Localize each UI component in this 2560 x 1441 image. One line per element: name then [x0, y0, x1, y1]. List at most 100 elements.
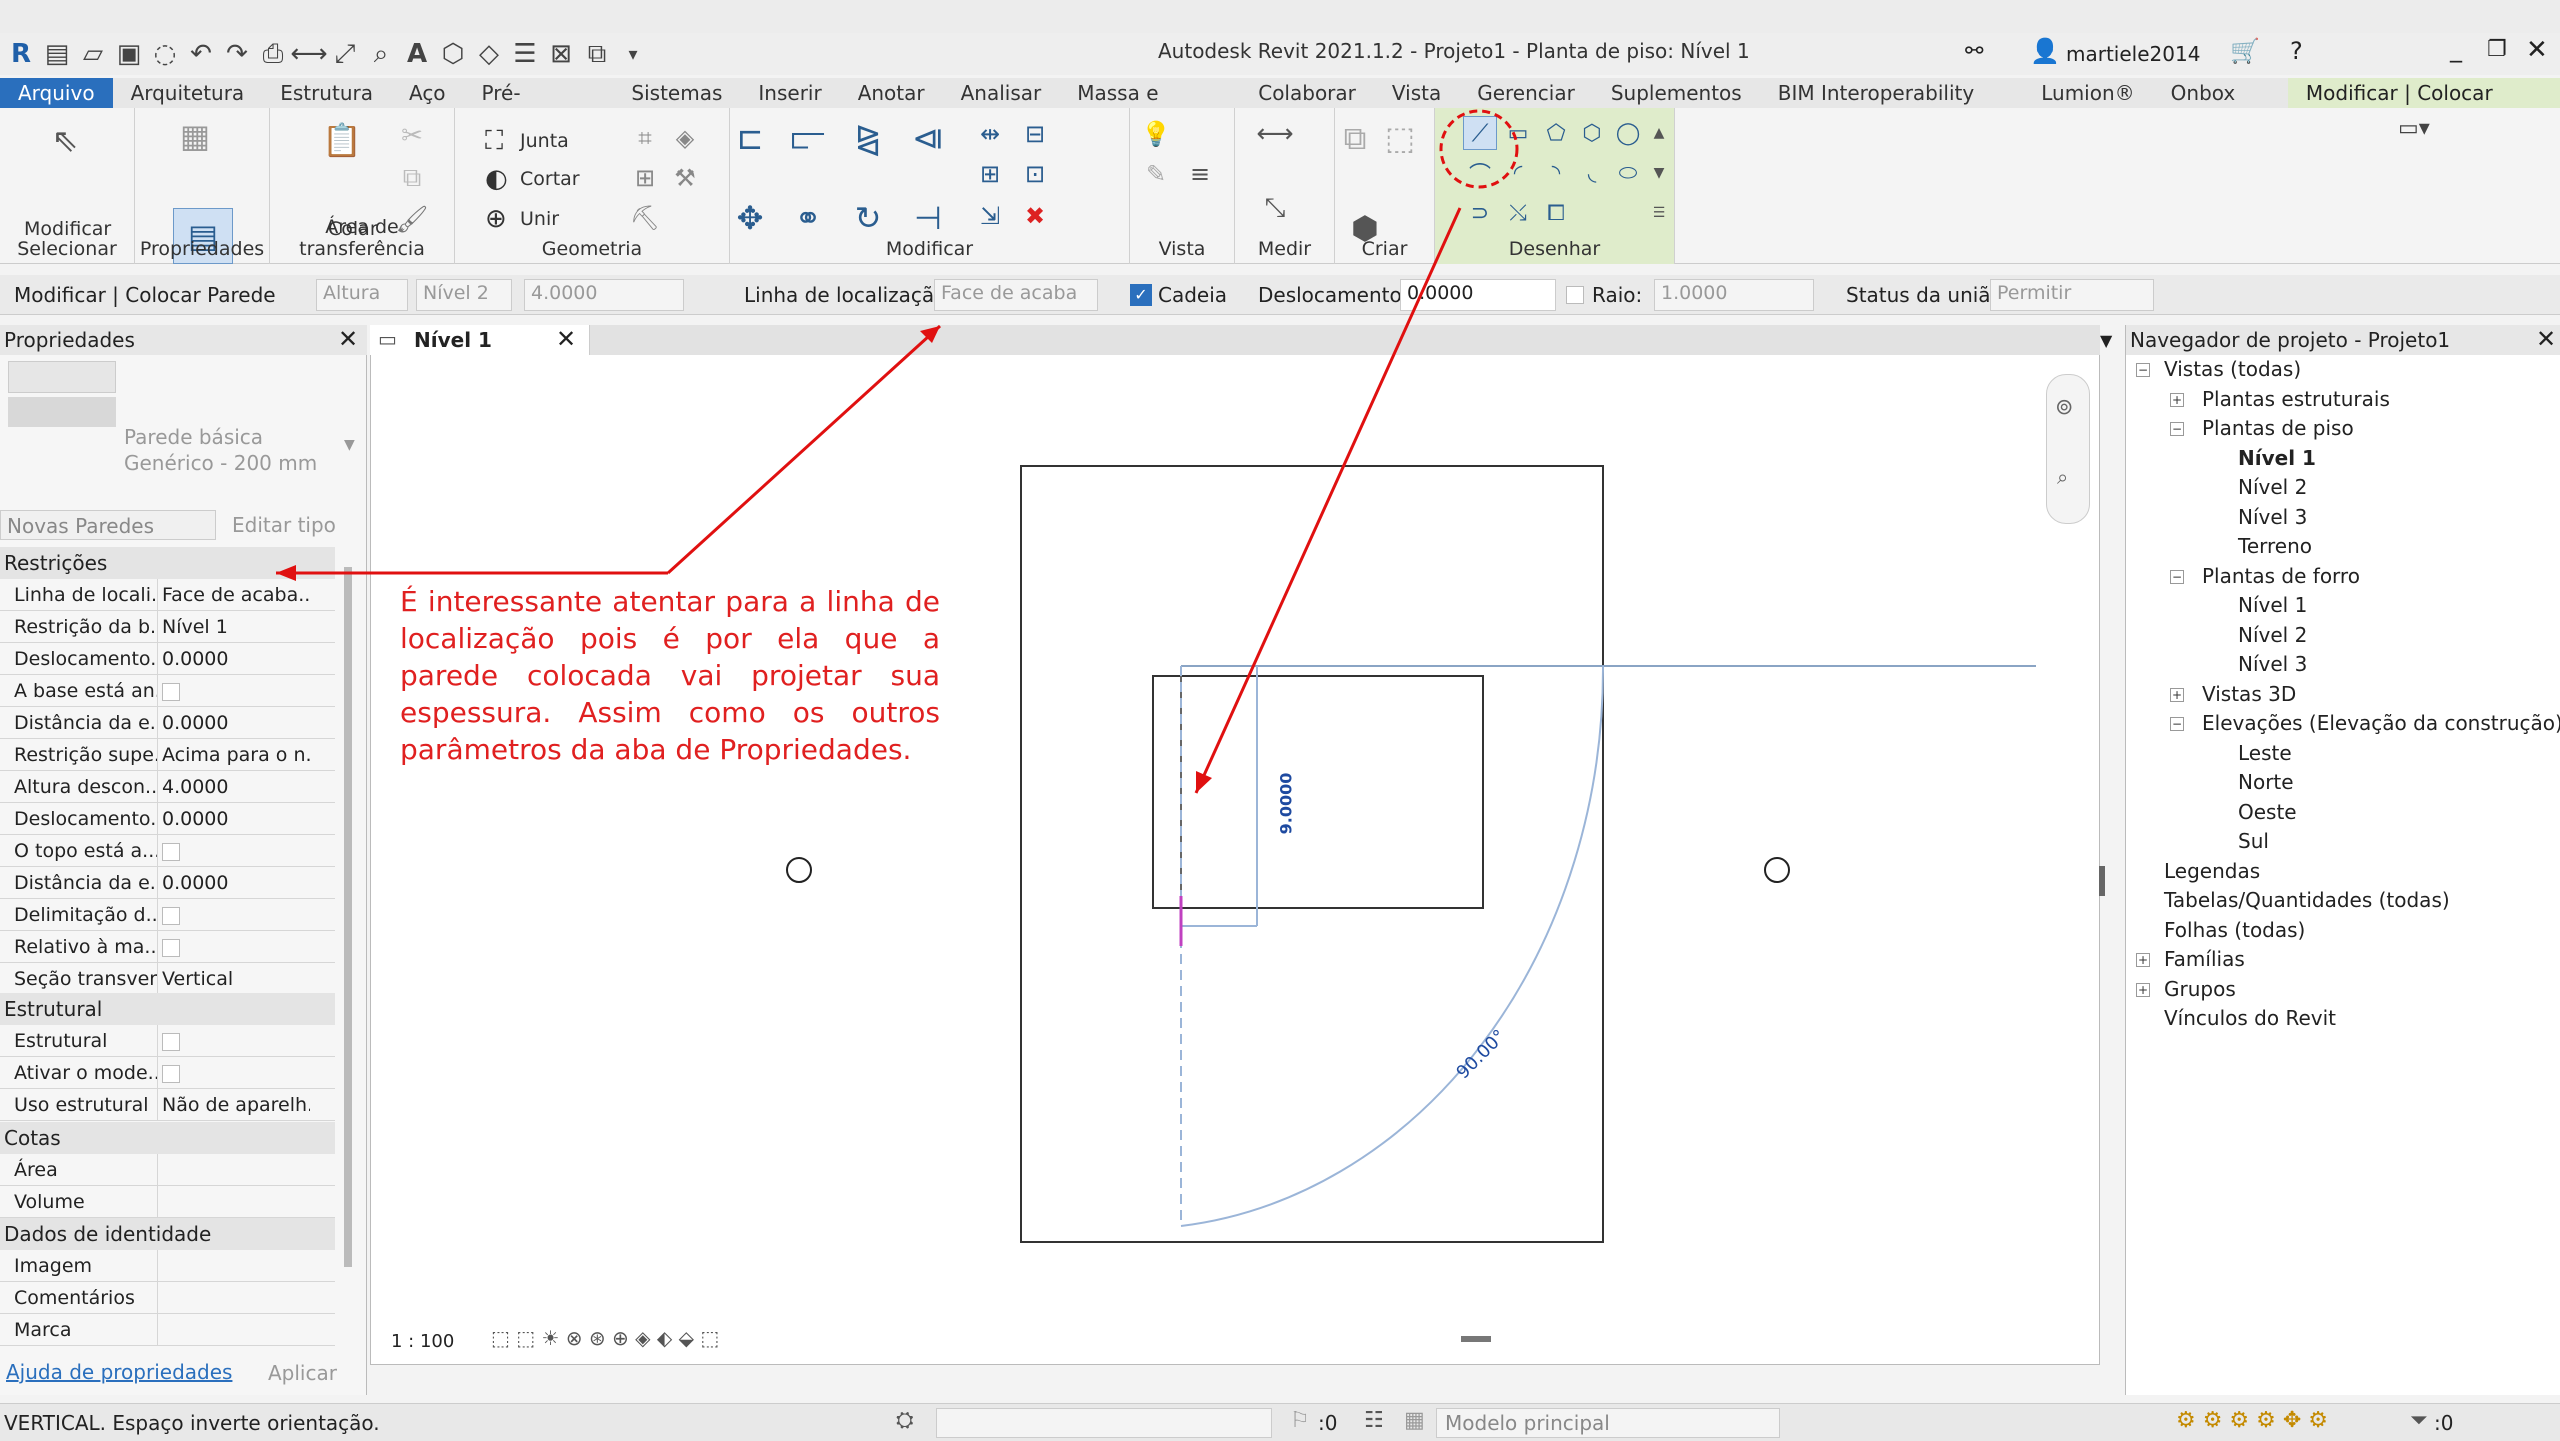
join-button[interactable]: Junta [520, 130, 569, 152]
type-sub[interactable]: Genérico - 200 mm [124, 451, 317, 475]
property-row[interactable]: Estrutural [0, 1025, 335, 1057]
draw-circumscribed-polygon-icon[interactable]: ⬡ [1575, 116, 1609, 150]
tab-arquivo[interactable]: Arquivo [0, 78, 113, 108]
cursor-icon[interactable]: ⇖ [45, 120, 85, 160]
switch-windows-icon[interactable]: ⧉ [582, 39, 612, 69]
zoom-icon[interactable]: ⌕ [2057, 465, 2068, 489]
property-row[interactable]: Imagem [0, 1250, 335, 1282]
property-row[interactable]: Deslocamento... 0.0000 [0, 643, 335, 675]
cart-icon[interactable]: 🛒 [2230, 37, 2260, 65]
tab-onbox[interactable]: Onbox App [2153, 78, 2288, 135]
create-group-icon[interactable]: ⬚ [1380, 118, 1420, 158]
tree-item[interactable]: Oeste [2238, 800, 2297, 824]
property-row[interactable]: Área [0, 1154, 335, 1186]
hide-icon[interactable]: 💡 [1136, 114, 1176, 154]
tab-colaborar[interactable]: Colaborar [1240, 78, 1374, 108]
tab-analisar[interactable]: Analisar [943, 78, 1060, 108]
draw-fillet-arc-icon[interactable]: ◟ [1575, 156, 1609, 190]
paint-icon[interactable]: ◈ [665, 118, 705, 158]
open-icon[interactable]: ▱ [78, 39, 108, 69]
property-row[interactable]: Distância da e... 0.0000 [0, 867, 335, 899]
property-checkbox[interactable] [162, 1064, 180, 1083]
view-tab-close-icon[interactable]: ✕ [556, 325, 576, 353]
tree-item[interactable]: Famílias [2164, 947, 2245, 971]
height-dropdown[interactable]: Altura [316, 279, 408, 311]
array-icon[interactable]: ⊞ [970, 154, 1010, 194]
height-value-field[interactable]: 4.0000 [524, 279, 684, 311]
location-line-dropdown[interactable]: Face de acaba [934, 279, 1098, 311]
tab-aco[interactable]: Aço [391, 78, 464, 108]
expand-icon[interactable]: ☰ [1647, 196, 1671, 230]
property-value[interactable]: Não de aparelh... [160, 1089, 310, 1121]
level-dropdown[interactable]: Nível 2 [416, 279, 512, 311]
align-icon[interactable]: ⊏ [730, 118, 770, 158]
pick-faces-icon[interactable]: ⧠ [1539, 196, 1573, 230]
panel-label-selecionar[interactable]: Selecionar [0, 238, 134, 260]
measure-icon[interactable]: ⟷ [290, 39, 327, 69]
property-value[interactable] [160, 1025, 310, 1057]
radius-checkbox[interactable] [1566, 286, 1584, 304]
offset-field[interactable]: 0.0000 [1400, 279, 1556, 311]
tree-item[interactable]: Nível 3 [2238, 652, 2307, 676]
type-name[interactable]: Parede básica [124, 425, 263, 449]
design-options-icon[interactable]: ☷ [1364, 1408, 1384, 1433]
property-row[interactable]: Ativar o mode... [0, 1057, 335, 1089]
property-row[interactable]: Seção transver... Vertical [0, 963, 335, 995]
pick-lines-icon[interactable]: ⤯ [1501, 196, 1535, 230]
property-value[interactable]: 0.0000 [160, 867, 310, 899]
tree-expand-icon[interactable]: − [2136, 363, 2150, 377]
property-value[interactable] [160, 1154, 310, 1186]
property-checkbox[interactable] [162, 938, 180, 957]
workset-dropdown[interactable] [936, 1408, 1272, 1438]
redo-icon[interactable]: ↷ [222, 39, 252, 69]
tree-item[interactable]: Norte [2238, 770, 2294, 794]
modify-button[interactable]: Modificar [24, 218, 111, 240]
view-tabs-dropdown-icon[interactable]: ▼ [2100, 331, 2112, 350]
property-row[interactable]: Restrição da b... Nível 1 [0, 611, 335, 643]
tab-bim-interop[interactable]: BIM Interoperability Tools [1760, 78, 2024, 135]
join-icon[interactable]: ⛶ [485, 126, 503, 157]
tree-item[interactable]: Plantas de piso [2202, 416, 2354, 440]
property-row[interactable]: Volume [0, 1186, 335, 1218]
tree-item[interactable]: Terreno [2238, 534, 2312, 558]
minimize-icon[interactable]: _ [2450, 35, 2462, 63]
3d-view-icon[interactable]: ⬡ [438, 39, 468, 69]
sync-icon[interactable]: ◌ [150, 39, 180, 69]
property-value[interactable] [160, 675, 310, 707]
property-checkbox[interactable] [162, 842, 180, 861]
view-control-bar-icon[interactable]: ⬚ ⬚ ☀ ⊗ ⊛ ⊕ ◈ ⬖ ⬙ ⬚ [491, 1326, 719, 1350]
vertical-scrollbar[interactable] [2099, 866, 2105, 896]
property-value[interactable] [160, 1282, 310, 1314]
property-value[interactable]: Nível 1 [160, 611, 310, 643]
property-value[interactable]: 0.0000 [160, 707, 310, 739]
section-icon[interactable]: ◇ [474, 39, 504, 69]
wall-profile-icon[interactable]: ⛏ [625, 198, 665, 238]
close-hidden-icon[interactable]: ⊠ [546, 39, 576, 69]
offset-icon[interactable]: ⫍ [788, 118, 828, 158]
thin-lines-icon[interactable]: ☰ [510, 39, 540, 69]
type-dropdown-icon[interactable]: ▼ [344, 437, 355, 453]
navigation-bar[interactable]: ⊚ ⌕ [2046, 374, 2090, 524]
property-value[interactable] [160, 899, 310, 931]
delete-icon[interactable]: ✖ [1015, 196, 1055, 236]
revit-logo-icon[interactable]: R [6, 39, 36, 69]
create-similar-icon[interactable]: ⧉ [1335, 118, 1375, 158]
tree-item[interactable]: Elevações (Elevação da construção) [2202, 711, 2560, 735]
property-row[interactable]: Restrição supe... Acima para o n... [0, 739, 335, 771]
measure-distance-icon[interactable]: ⟷ [1255, 114, 1295, 154]
property-value[interactable] [160, 1314, 310, 1346]
rotate-icon[interactable]: ↻ [848, 198, 888, 238]
customize-qat-icon[interactable]: ▾ [618, 39, 648, 69]
linework-icon[interactable]: ≡ [1180, 154, 1220, 194]
worksets-icon[interactable]: ⛭ [896, 1408, 914, 1433]
property-checkbox[interactable] [162, 906, 180, 925]
property-row[interactable]: Distância da e... 0.0000 [0, 707, 335, 739]
view-scale[interactable]: 1 : 100 [391, 1331, 454, 1352]
tree-expand-icon[interactable]: − [2170, 569, 2184, 584]
override-icon[interactable]: ✎ [1136, 154, 1176, 194]
property-value[interactable] [160, 1250, 310, 1282]
copy-icon[interactable]: ⧉ [392, 158, 432, 198]
user-name[interactable]: martiele2014 [2066, 42, 2200, 66]
tree-item[interactable]: Vistas 3D [2202, 682, 2296, 706]
chain-checkbox[interactable]: ✓ [1130, 284, 1152, 306]
